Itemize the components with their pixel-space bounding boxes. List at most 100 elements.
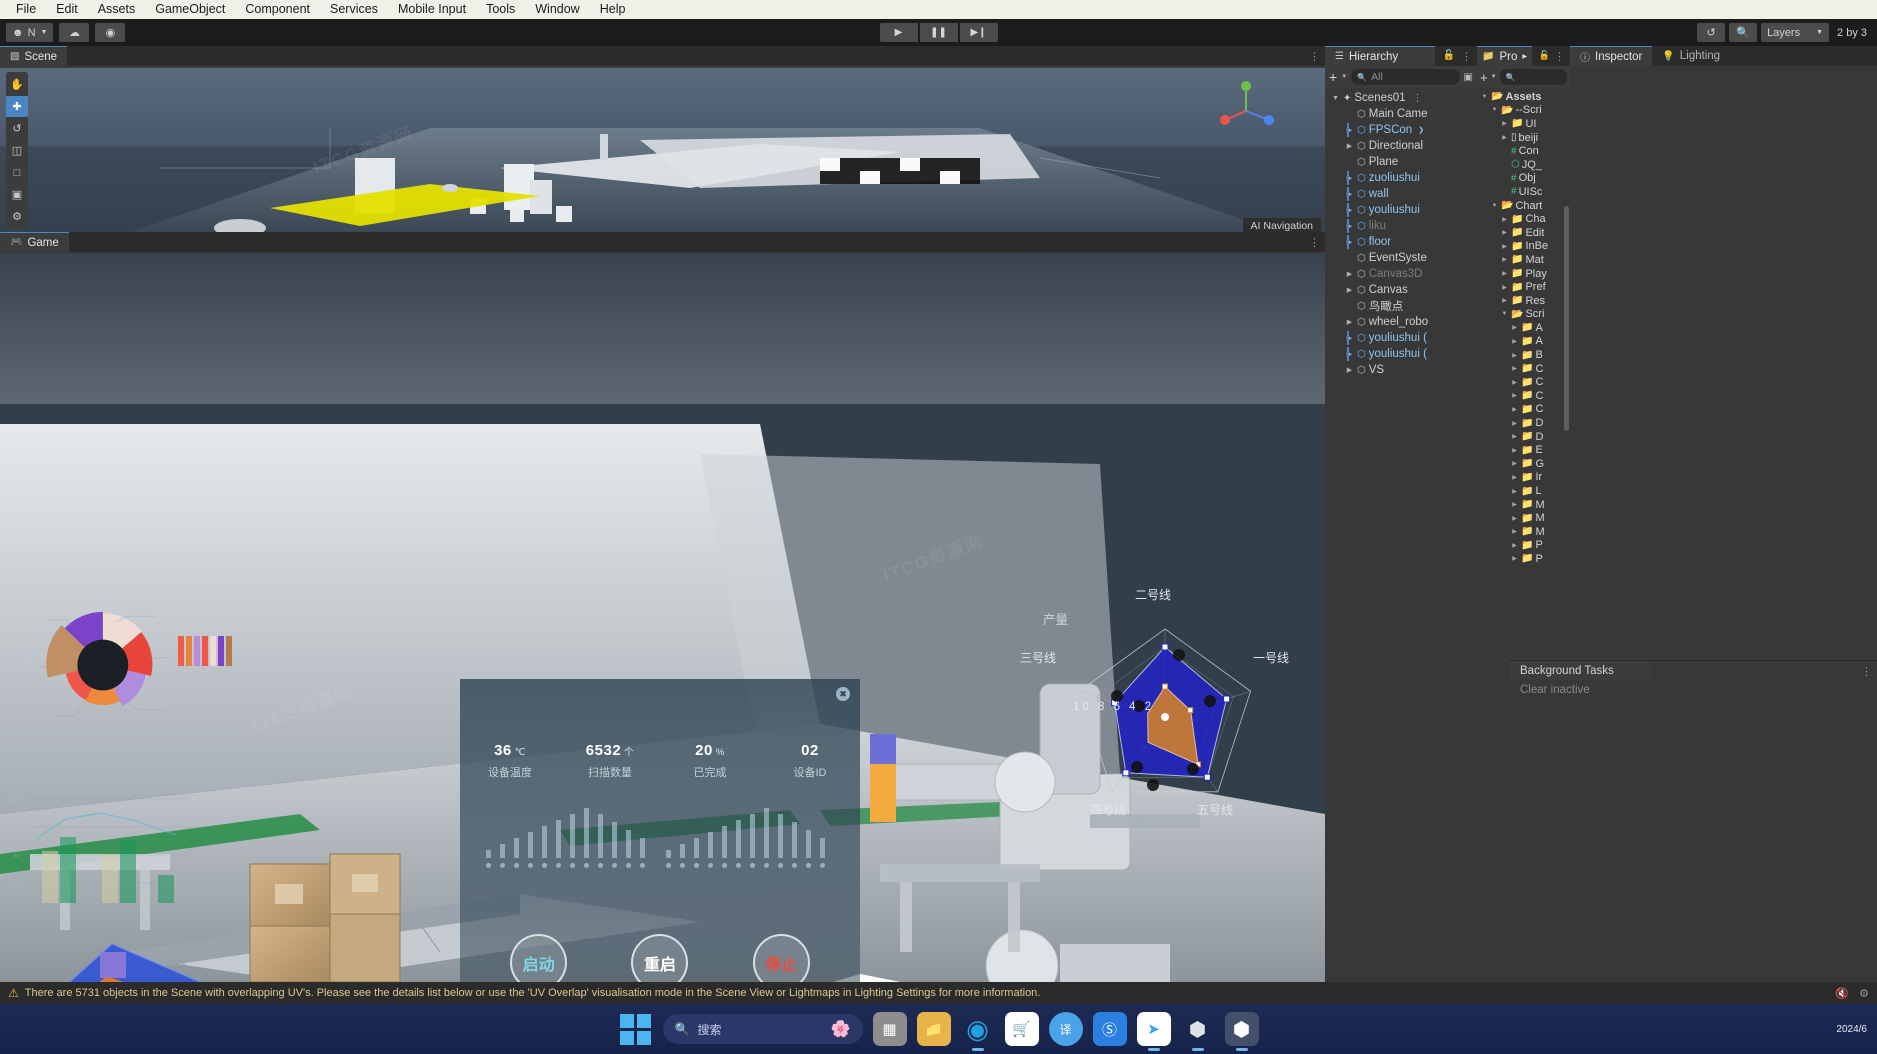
- tab-game[interactable]: 🎮 Game: [0, 232, 69, 252]
- tab-scene[interactable]: ▧ Scene: [0, 46, 68, 66]
- project-item-inbe-11[interactable]: ▶ 📁 InBe: [1477, 240, 1570, 254]
- project-item-p-34[interactable]: ▶ 📁 P: [1477, 552, 1570, 566]
- project-item-res-15[interactable]: ▶ 📁 Res: [1477, 294, 1570, 308]
- chevron-right-icon[interactable]: ▶: [1510, 460, 1519, 467]
- project-item-mat-12[interactable]: ▶ 📁 Mat: [1477, 253, 1570, 267]
- project-scrollbar[interactable]: [1564, 206, 1569, 431]
- chevron-right-icon[interactable]: ▼: [1331, 95, 1340, 102]
- hud-button-1[interactable]: 启动: [510, 934, 568, 982]
- chevron-right-icon[interactable]: ▶: [1500, 243, 1509, 250]
- chevron-down-icon[interactable]: ▼: [1491, 74, 1497, 80]
- chevron-right-icon[interactable]: ▶: [1510, 474, 1519, 481]
- start-button[interactable]: [619, 1012, 653, 1046]
- chevron-right-icon[interactable]: ▶: [1345, 318, 1354, 326]
- game-viewport[interactable]: ····· ····· ···· ······ ····· ····· ·····: [0, 254, 1325, 982]
- chevron-right-icon[interactable]: ▶: [1510, 542, 1519, 549]
- chevron-right-icon[interactable]: ▶: [1510, 324, 1519, 331]
- chevron-right-icon[interactable]: ▶: [1510, 433, 1519, 440]
- tab-hierarchy[interactable]: ☰ Hierarchy: [1325, 46, 1435, 66]
- hierarchy-search-input[interactable]: 🔍 All: [1351, 69, 1460, 85]
- file-explorer-button[interactable]: 📁: [916, 1012, 951, 1046]
- hierarchy-item-youliushui-[interactable]: ▶ ⬡ youliushui (: [1325, 346, 1477, 362]
- project-item-p-33[interactable]: ▶ 📁 P: [1477, 539, 1570, 553]
- chevron-down-icon[interactable]: ▼: [1480, 94, 1489, 100]
- project-item-m-31[interactable]: ▶ 📁 M: [1477, 511, 1570, 525]
- hierarchy-item-wheel-robo[interactable]: ▶ ⬡ wheel_robo: [1325, 314, 1477, 330]
- project-item-d-24[interactable]: ▶ 📁 D: [1477, 416, 1570, 430]
- hierarchy-item-fpscon[interactable]: ▶ ⬡ FPSCon ❯: [1325, 122, 1477, 138]
- project-item-con-4[interactable]: # Con: [1477, 144, 1570, 158]
- project-item-c-22[interactable]: ▶ 📁 C: [1477, 389, 1570, 403]
- hierarchy-panel-menu[interactable]: ⋮: [1461, 50, 1473, 63]
- chevron-right-icon[interactable]: ▶: [1500, 256, 1509, 263]
- project-item-scri-16[interactable]: ▼ 📂 Scri: [1477, 308, 1570, 322]
- hierarchy-item-vs[interactable]: ▶ ⬡ VS: [1325, 362, 1477, 378]
- menu-item-file[interactable]: File: [6, 0, 46, 19]
- settings-icon[interactable]: ⚙: [1859, 987, 1869, 1000]
- tab-inspector[interactable]: ⓘ Inspector: [1570, 46, 1653, 66]
- project-item-d-25[interactable]: ▶ 📁 D: [1477, 430, 1570, 444]
- project-item-assets-0[interactable]: ▼ 📂 Assets: [1477, 90, 1570, 104]
- project-item-obj-6[interactable]: # Obj: [1477, 172, 1570, 186]
- menu-item-tools[interactable]: Tools: [476, 0, 525, 19]
- project-item-m-32[interactable]: ▶ 📁 M: [1477, 525, 1570, 539]
- hierarchy-item-floor[interactable]: ▶ ⬡ floor: [1325, 234, 1477, 250]
- chevron-right-icon[interactable]: ▶: [1345, 142, 1354, 150]
- chevron-right-icon[interactable]: ▶: [1510, 365, 1519, 372]
- menu-item-assets[interactable]: Assets: [88, 0, 146, 19]
- chevron-down-icon[interactable]: ▼: [1341, 74, 1347, 80]
- hierarchy-item-plane[interactable]: ⬡ Plane: [1325, 154, 1477, 170]
- project-item-c-23[interactable]: ▶ 📁 C: [1477, 403, 1570, 417]
- hierarchy-item-youliushui-[interactable]: ▶ ⬡ youliushui (: [1325, 330, 1477, 346]
- account-button[interactable]: ☻ N ▼: [6, 23, 54, 42]
- menu-item-window[interactable]: Window: [525, 0, 589, 19]
- project-item-pref-14[interactable]: ▶ 📁 Pref: [1477, 280, 1570, 294]
- chevron-right-icon[interactable]: ▶: [1510, 420, 1519, 427]
- hierarchy-item-canvas3d[interactable]: ▶ ⬡ Canvas3D: [1325, 266, 1477, 282]
- menu-item-services[interactable]: Services: [320, 0, 388, 19]
- layout-dropdown[interactable]: 2 by 3: [1833, 27, 1871, 39]
- chevron-right-icon[interactable]: ▶: [1510, 515, 1519, 522]
- menu-item-mobile-input[interactable]: Mobile Input: [388, 0, 476, 19]
- hierarchy-item-eventsyste[interactable]: ⬡ EventSyste: [1325, 250, 1477, 266]
- media-player-button[interactable]: ➤: [1136, 1012, 1171, 1051]
- chevron-right-icon[interactable]: ▶: [1510, 555, 1519, 562]
- project-item-a-18[interactable]: ▶ 📁 A: [1477, 335, 1570, 349]
- chevron-right-icon[interactable]: ▶: [1510, 338, 1519, 345]
- hand-tool-button[interactable]: ✋: [6, 74, 28, 95]
- status-bar[interactable]: ⚠ There are 5731 objects in the Scene wi…: [0, 982, 1877, 1004]
- chevron-right-icon[interactable]: ▶: [1345, 286, 1354, 294]
- menu-item-component[interactable]: Component: [235, 0, 320, 19]
- taskbar-search-input[interactable]: 🔍 搜索 🌸: [662, 1014, 863, 1044]
- project-item-g-27[interactable]: ▶ 📁 G: [1477, 457, 1570, 471]
- services-button[interactable]: ◉: [95, 23, 126, 42]
- chevron-right-icon[interactable]: ▶: [1510, 501, 1519, 508]
- project-item-edit-10[interactable]: ▶ 📁 Edit: [1477, 226, 1570, 240]
- add-object-button[interactable]: +: [1329, 69, 1337, 85]
- project-item-ui-2[interactable]: ▶ 📁 UI: [1477, 117, 1570, 131]
- project-item-b-19[interactable]: ▶ 📁 B: [1477, 348, 1570, 362]
- tab-background-tasks[interactable]: Background Tasks: [1510, 661, 1652, 680]
- hierarchy-item-鸟瞰点[interactable]: ⬡ 鸟瞰点: [1325, 298, 1477, 314]
- chevron-right-icon[interactable]: ▶: [1500, 270, 1509, 277]
- project-item-cha-9[interactable]: ▶ 📁 Cha: [1477, 212, 1570, 226]
- chevron-right-icon[interactable]: ▶: [1510, 352, 1519, 359]
- chevron-right-icon[interactable]: ▶: [1500, 229, 1509, 236]
- hierarchy-item-directional[interactable]: ▶ ⬡ Directional: [1325, 138, 1477, 154]
- chevron-right-icon[interactable]: ▶: [1510, 379, 1519, 386]
- chevron-right-icon[interactable]: ▶: [1510, 406, 1519, 413]
- chevron-right-icon[interactable]: ▶: [1500, 297, 1509, 304]
- chevron-right-icon[interactable]: ▶: [1500, 134, 1509, 141]
- hierarchy-item-zuoliushui[interactable]: ▶ ⬡ zuoliushui: [1325, 170, 1477, 186]
- scene-panel-menu[interactable]: ⋮: [1309, 50, 1321, 63]
- hierarchy-item-canvas[interactable]: ▶ ⬡ Canvas: [1325, 282, 1477, 298]
- edge-button[interactable]: ◉: [961, 1012, 995, 1051]
- scene-view-gizmo[interactable]: [1215, 80, 1277, 142]
- step-button[interactable]: ▶❙: [959, 23, 998, 42]
- hierarchy-item-wall[interactable]: ▶ ⬡ wall: [1325, 186, 1477, 202]
- hud-close-button[interactable]: ✖: [836, 687, 850, 701]
- chevron-down-icon[interactable]: ▼: [1490, 203, 1499, 209]
- transform-tool-button[interactable]: ▣: [6, 184, 28, 205]
- lock-icon[interactable]: 🔓: [1539, 50, 1550, 61]
- project-item-ir-28[interactable]: ▶ 📁 Ir: [1477, 471, 1570, 485]
